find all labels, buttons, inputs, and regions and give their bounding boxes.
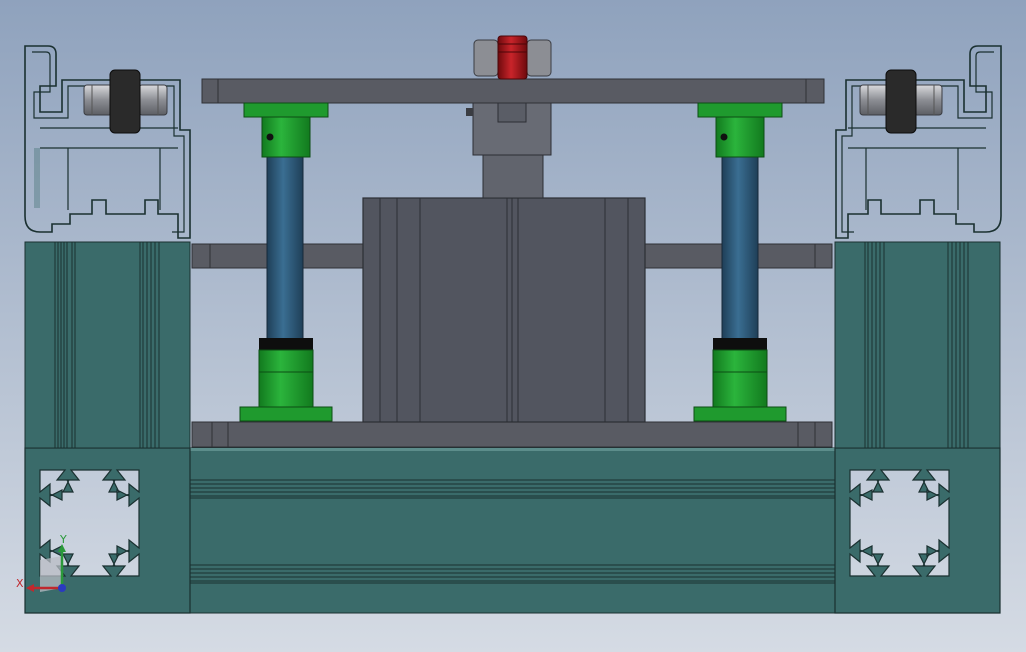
right-guide-rod[interactable] [721, 154, 759, 341]
triad-y-label: Y [59, 533, 67, 546]
right-side-column[interactable] [834, 241, 1001, 449]
lower-plate[interactable] [191, 421, 833, 448]
top-adjust-knob[interactable] [473, 35, 552, 80]
bottom-beam[interactable] [189, 447, 836, 614]
assembly-drawing: Y X [0, 0, 1026, 652]
triad-x-label: X [16, 577, 24, 590]
left-side-column[interactable] [24, 241, 191, 449]
cad-viewport[interactable]: Y X [0, 0, 1026, 652]
left-guide-rod[interactable] [266, 154, 304, 341]
motor-body[interactable] [362, 197, 646, 423]
top-plate[interactable] [201, 78, 825, 104]
